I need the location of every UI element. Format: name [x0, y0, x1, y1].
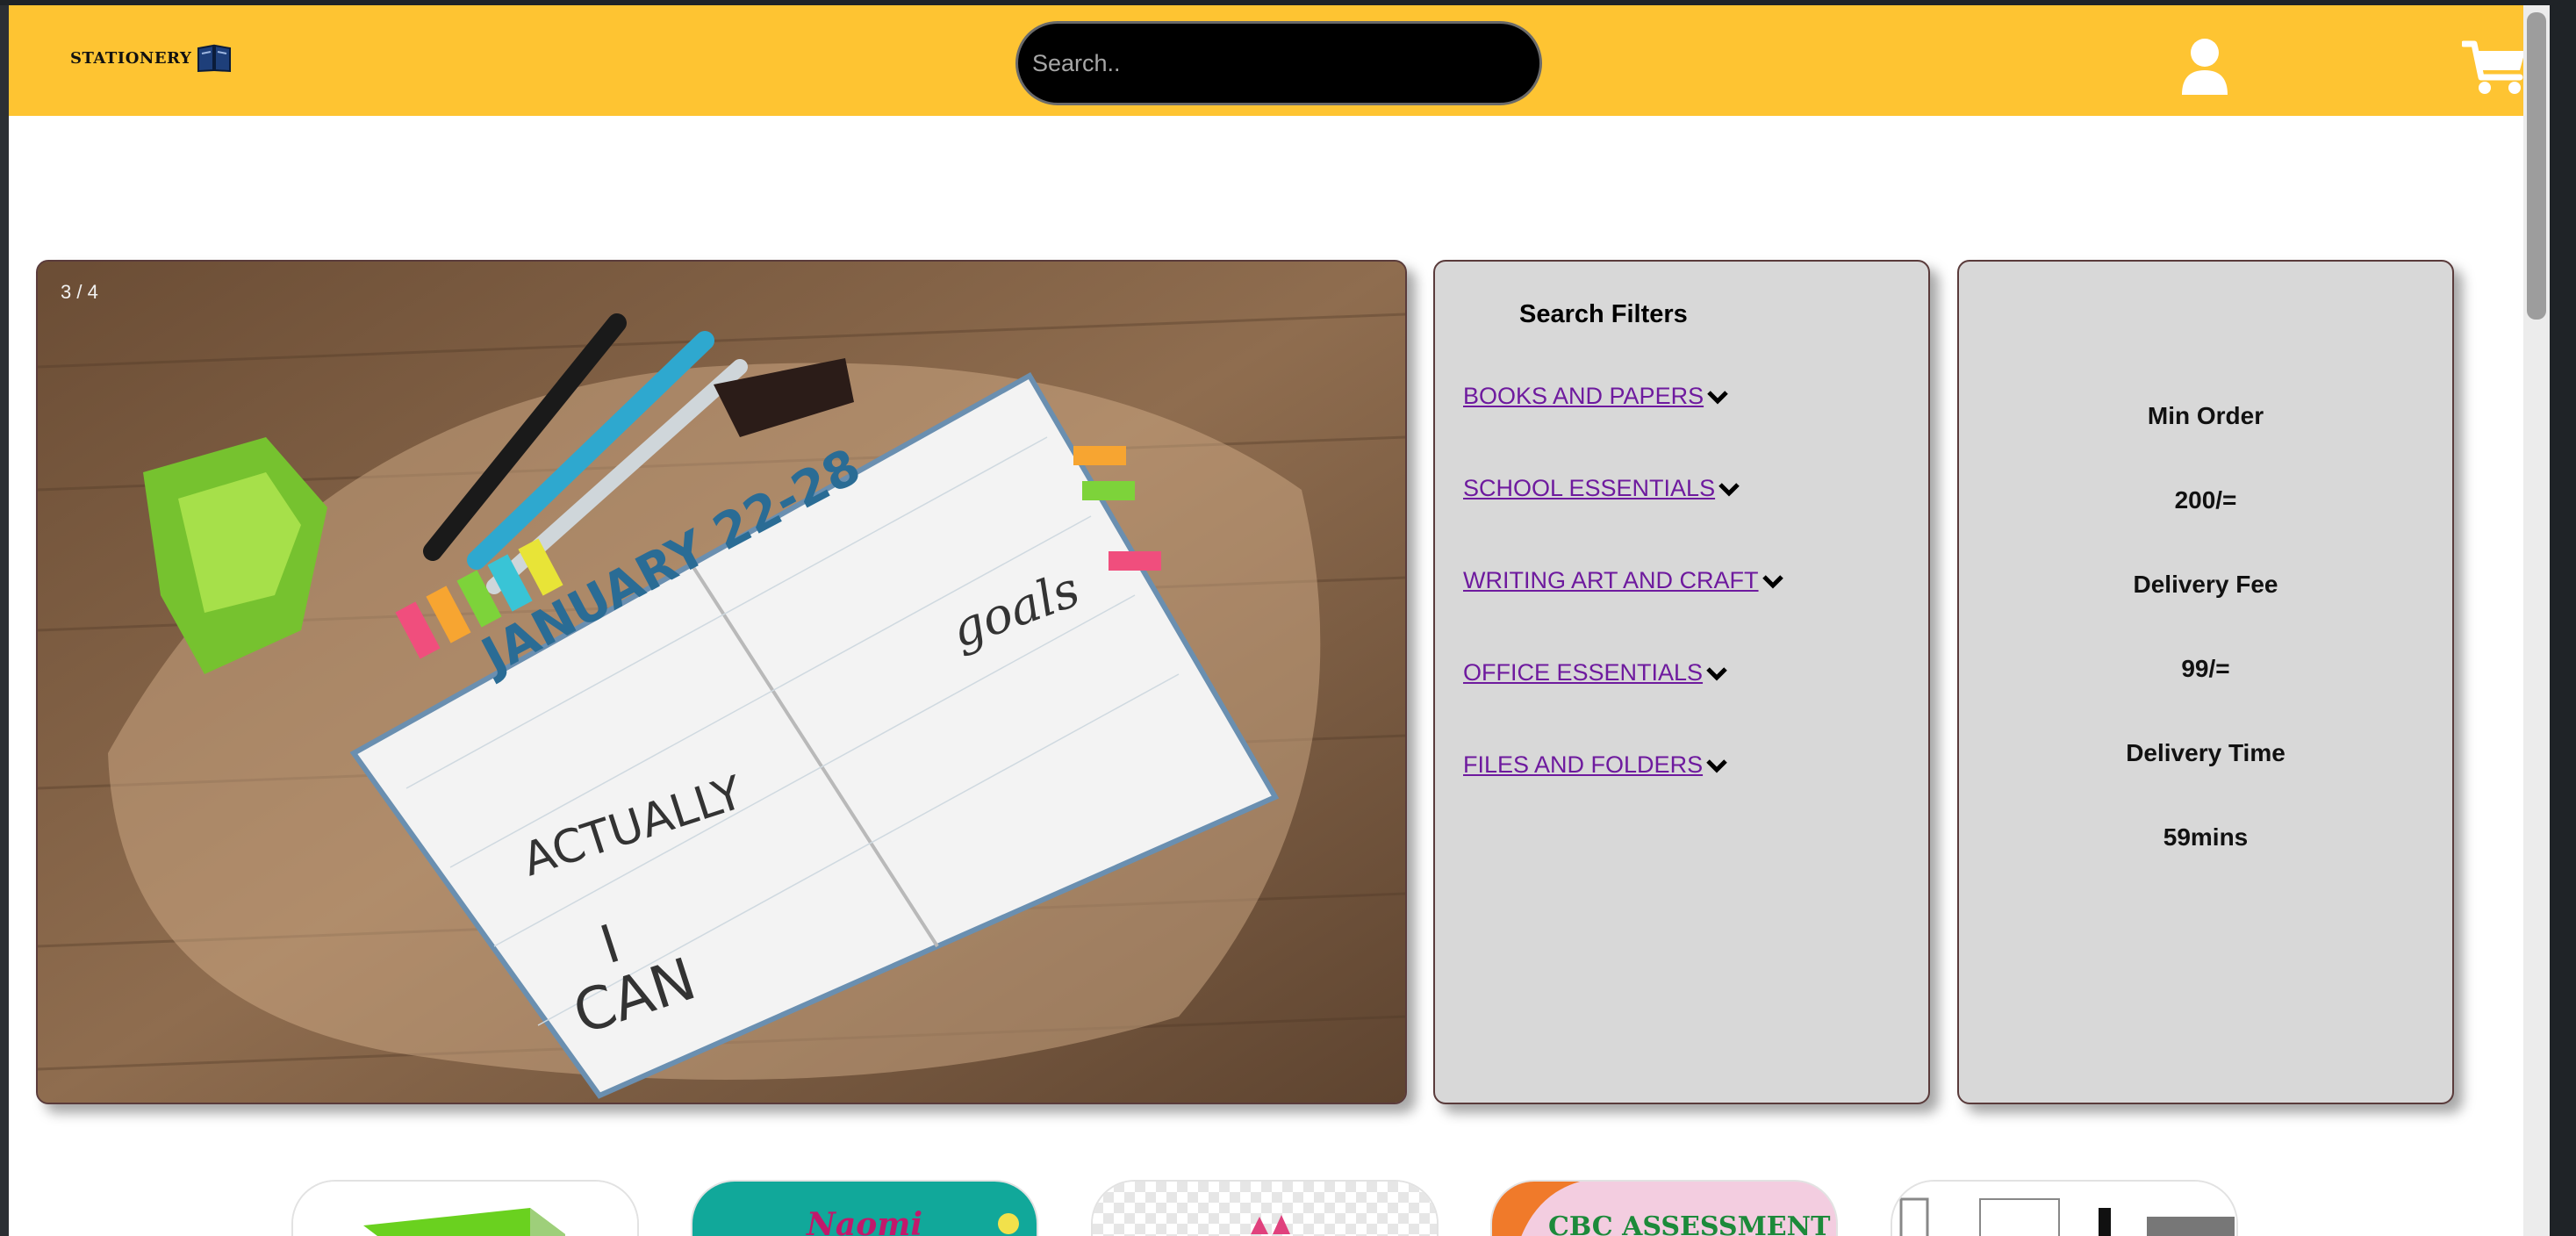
- slide-counter: 3 / 4: [61, 281, 98, 303]
- site-logo[interactable]: STATIONERY: [70, 39, 232, 77]
- search-input[interactable]: [1015, 21, 1542, 105]
- category-card-office[interactable]: [1891, 1180, 2238, 1236]
- vertical-scrollbar[interactable]: [2523, 5, 2550, 1236]
- books-thumbnail: [293, 1182, 637, 1236]
- shopping-cart-icon[interactable]: [2460, 39, 2529, 97]
- min-order-label: Min Order: [2147, 402, 2264, 429]
- filter-label: OFFICE ESSENTIALS: [1463, 659, 1704, 686]
- star-icon: [998, 1213, 1019, 1234]
- category-card-cbc-assessment[interactable]: CBC ASSESSMENT: [1490, 1180, 1838, 1236]
- chevron-down-icon: [1719, 482, 1740, 497]
- delivery-info-panel: Min Order 200/= Delivery Fee 99/= Delive…: [1957, 260, 2454, 1104]
- filter-office-essentials[interactable]: OFFICE ESSENTIALS: [1463, 659, 1727, 686]
- filter-writing-art-and-craft[interactable]: WRITING ART AND CRAFT: [1463, 567, 1783, 594]
- filter-label: BOOKS AND PAPERS: [1463, 383, 1704, 409]
- chevron-down-icon: [1707, 390, 1728, 405]
- delivery-time-value: 59mins: [2163, 823, 2249, 851]
- min-order-value: 200/=: [2174, 486, 2237, 514]
- image-slideshow[interactable]: 3 / 4 JANUARY 22-28 goals ACTUALLY I CAN: [36, 260, 1407, 1104]
- chevron-down-icon: [1706, 758, 1727, 773]
- top-navigation-bar: STATIONERY: [9, 5, 2550, 116]
- category-card-naomi[interactable]: Naomi: [691, 1180, 1038, 1236]
- search-filters-panel: Search Filters BOOKS AND PAPERS SCHOOL E…: [1433, 260, 1930, 1104]
- filter-label: SCHOOL ESSENTIALS: [1463, 475, 1716, 501]
- delivery-time-label: Delivery Time: [2126, 739, 2285, 766]
- category-card-books[interactable]: [291, 1180, 639, 1236]
- book-icon: [197, 43, 232, 73]
- page: STATIONERY Search.. 3 / 4 JANUARY 22-28 …: [9, 5, 2550, 1236]
- filter-files-and-folders[interactable]: FILES AND FOLDERS: [1463, 751, 1727, 779]
- filters-title: Search Filters: [1519, 300, 1688, 328]
- chevron-down-icon: [1706, 666, 1727, 681]
- filter-books-and-papers[interactable]: BOOKS AND PAPERS: [1463, 383, 1728, 410]
- filter-school-essentials[interactable]: SCHOOL ESSENTIALS: [1463, 475, 1740, 502]
- delivery-fee-value: 99/=: [2181, 655, 2230, 682]
- window-edge: [0, 5, 9, 1236]
- office-thumbnail: [1892, 1182, 2236, 1236]
- user-account-icon[interactable]: [2178, 37, 2231, 98]
- cbc-banner-text: CBC ASSESSMENT: [1548, 1211, 1831, 1236]
- category-card-art[interactable]: [1091, 1180, 1439, 1236]
- delivery-fee-label: Delivery Fee: [2133, 571, 2278, 598]
- slide-image: JANUARY 22-28 goals ACTUALLY I CAN: [38, 262, 1405, 1103]
- logo-text: STATIONERY: [70, 48, 192, 68]
- art-thumbnail: [1093, 1182, 1437, 1236]
- naomi-banner-text: Naomi: [807, 1206, 923, 1236]
- filter-label: WRITING ART AND CRAFT: [1463, 567, 1759, 593]
- category-cards-row: Naomi CBC ASSESSMENT: [9, 1180, 2550, 1236]
- filter-label: FILES AND FOLDERS: [1463, 751, 1704, 778]
- chevron-down-icon: [1762, 574, 1783, 589]
- scrollbar-thumb[interactable]: [2527, 12, 2546, 320]
